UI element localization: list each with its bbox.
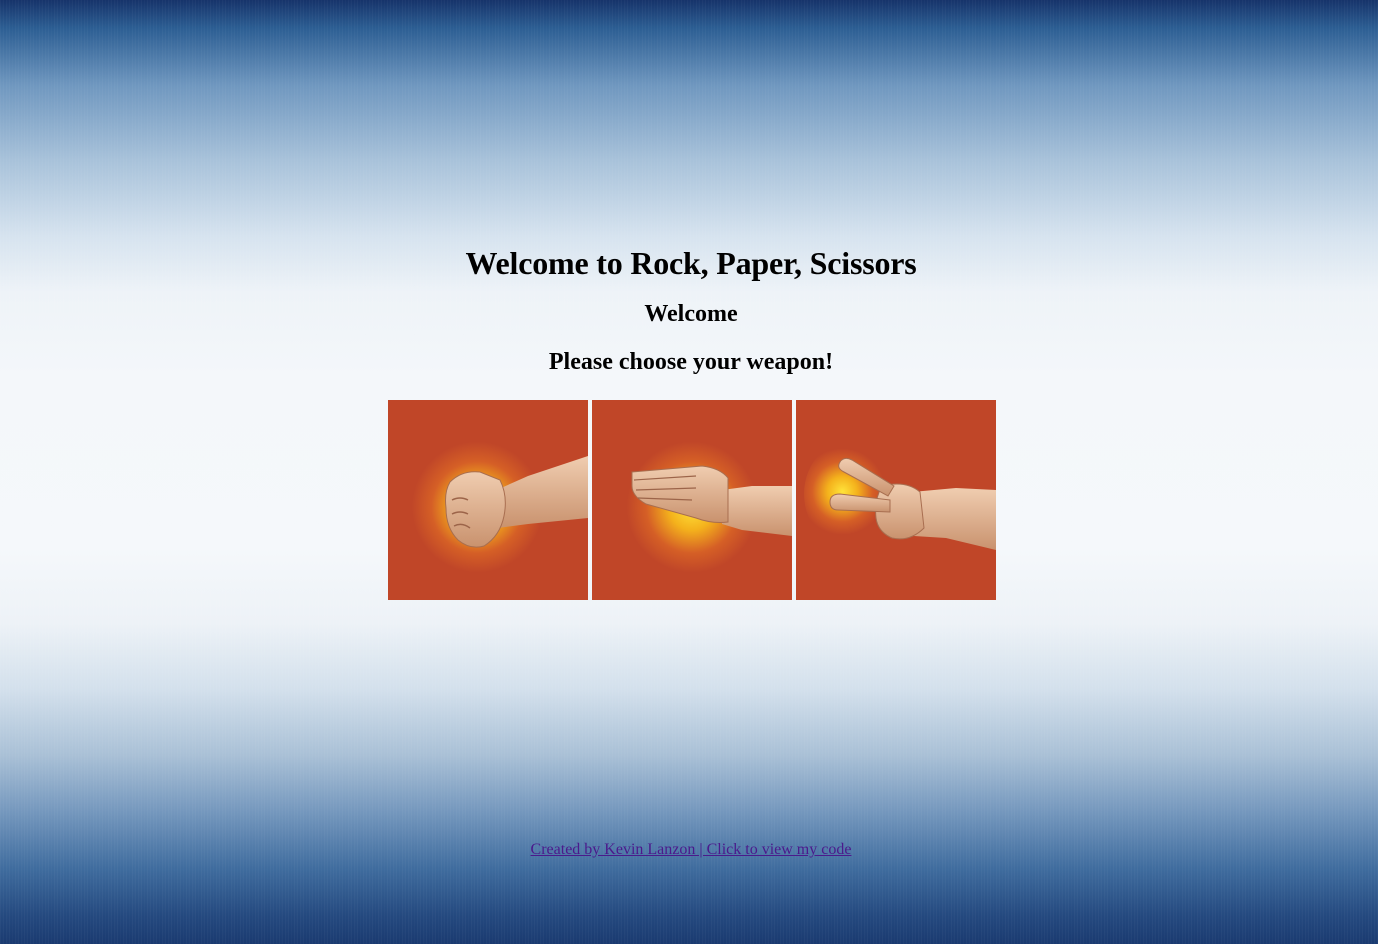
rock-button[interactable]: [388, 400, 588, 600]
footer: Created by Kevin Lanzon | Click to view …: [0, 840, 1378, 860]
rock-fist-icon: [388, 400, 588, 600]
page-title: Welcome to Rock, Paper, Scissors: [465, 245, 917, 281]
page: Welcome to Rock, Paper, Scissors Welcome…: [0, 0, 1378, 944]
scissors-button[interactable]: [796, 400, 996, 600]
welcome-heading: Welcome: [644, 301, 738, 327]
view-code-link[interactable]: Created by Kevin Lanzon | Click to view …: [531, 841, 852, 858]
weapon-choices: [388, 400, 996, 600]
scissors-two-fingers-icon: [796, 400, 996, 600]
paper-button[interactable]: [592, 400, 792, 600]
paper-flat-hand-icon: [592, 400, 792, 600]
weapon-prompt: Please choose your weapon!: [548, 349, 834, 375]
